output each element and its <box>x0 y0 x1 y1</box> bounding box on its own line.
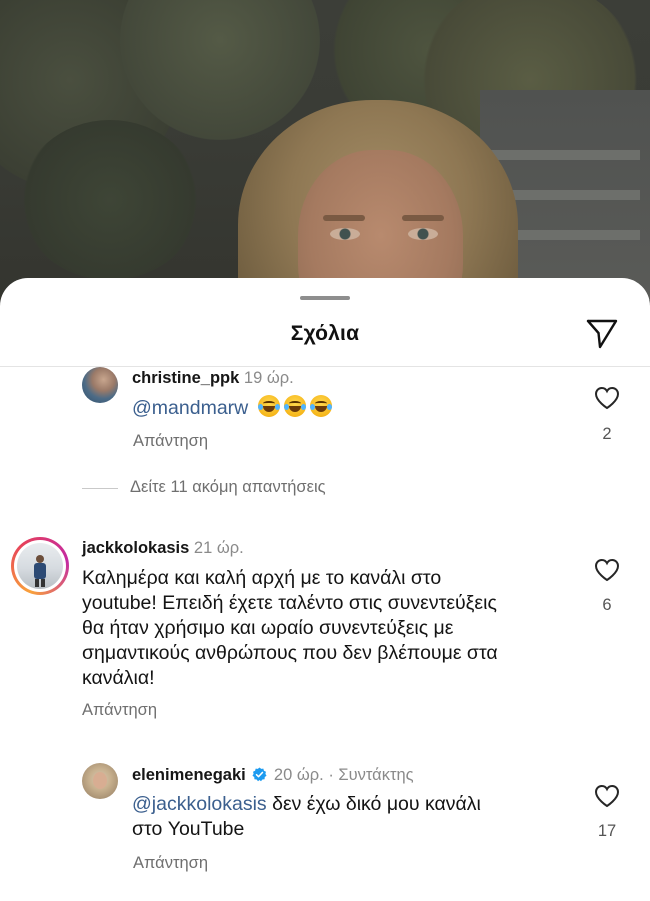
heart-icon[interactable] <box>594 784 620 808</box>
mention-link[interactable]: @jackkolokasis <box>132 793 267 815</box>
laughing-emoji-icon <box>257 395 280 417</box>
avatar[interactable] <box>82 763 118 799</box>
heart-icon[interactable] <box>594 558 620 582</box>
verified-badge-icon <box>252 767 267 782</box>
comment-text: Καλημέρα και καλή αρχή με το κανάλι στο … <box>82 566 572 691</box>
reply-button[interactable]: Απάντηση <box>133 854 208 873</box>
meta-separator: · <box>328 766 334 784</box>
background-video-frame <box>0 0 650 300</box>
comment-time: 21 ώρ. <box>193 539 244 557</box>
comment-username[interactable]: christine_ppk <box>132 369 239 387</box>
author-role-label: Συντάκτης <box>338 766 414 784</box>
comment-username[interactable]: elenimenegaki <box>132 766 246 784</box>
sheet-grabber-handle[interactable] <box>300 296 350 300</box>
laughing-emoji-icon <box>283 395 306 417</box>
comment-text-line: σημαντικούς ανθρώπους που δεν βλέπουμε σ… <box>82 642 498 664</box>
comment-time: 19 ώρ. <box>243 369 294 387</box>
avatar-story-ring[interactable] <box>11 537 69 595</box>
like-count: 6 <box>602 596 612 614</box>
comment-text-rest: δεν έχω δικό μου κανάλι <box>266 793 481 815</box>
comment-username[interactable]: jackkolokasis <box>82 539 189 557</box>
reply-button[interactable]: Απάντηση <box>82 701 157 720</box>
comment-text: @jackkolokasis δεν έχω δικό μου κανάλι σ… <box>132 792 481 842</box>
comment-text-line: youtube! Επειδή έχετε ταλέντο στις συνεν… <box>82 592 497 614</box>
mention-link[interactable]: @mandmarw <box>132 397 248 419</box>
comments-sheet: Σχόλια christine_ppk 19 ώρ. @mandmarw Απ… <box>0 278 650 901</box>
like-count: 2 <box>602 425 612 443</box>
comment-text-line: κανάλια! <box>82 667 155 689</box>
like-count: 17 <box>597 822 617 840</box>
comment-time: 20 ώρ. <box>273 766 324 784</box>
comment-text-line: στο YouTube <box>132 818 245 840</box>
reply-button[interactable]: Απάντηση <box>133 432 208 451</box>
avatar[interactable] <box>82 367 118 403</box>
sheet-title: Σχόλια <box>290 322 360 345</box>
heart-icon[interactable] <box>594 386 620 410</box>
laughing-emoji-icon <box>309 395 332 417</box>
reply-thread-line <box>82 488 118 489</box>
paper-plane-icon[interactable] <box>585 318 619 350</box>
comment-text-line: θα ήταν χρήσιμο και ωραίο συνεντεύξεις μ… <box>82 617 454 639</box>
view-more-replies-label: Δείτε 11 ακόμη απαντήσεις <box>130 478 326 496</box>
comment-text-line: Καλημέρα και καλή αρχή με το κανάλι στο <box>82 567 442 589</box>
